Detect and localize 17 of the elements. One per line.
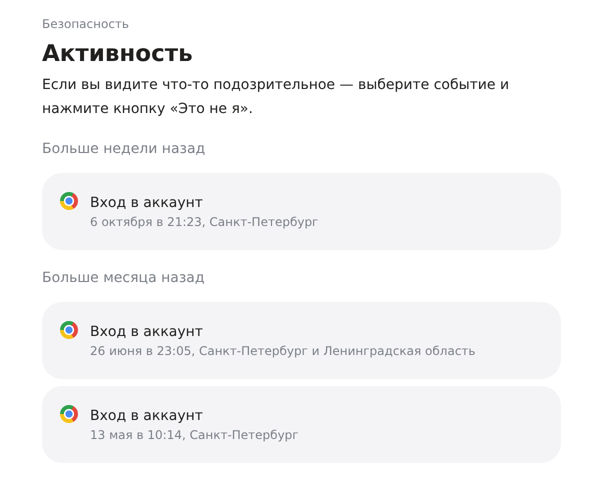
event-title: Вход в аккаунт: [90, 194, 204, 210]
browser-logo-icon: [60, 320, 78, 338]
breadcrumb: Безопасность: [42, 17, 130, 31]
browser-logo-icon: [60, 404, 78, 422]
page-title: Активность: [42, 41, 194, 67]
event-details: 26 июня в 23:05, Санкт-Петербург и Ленинградская область: [90, 344, 476, 358]
group-label: Больше недели назад: [42, 141, 206, 157]
event-title: Вход в аккаунт: [90, 324, 204, 340]
event-card[interactable]: Вход в аккаунт 26 июня в 23:05, Санкт-Петербург и Ленинградская область: [42, 302, 561, 379]
event-details: 6 октября в 21:23, Санкт-Петербург: [90, 214, 318, 228]
description: Если вы видите что-то подозрительное — выберите событие и нажмите кнопку «Это не я».: [42, 76, 510, 119]
event-title: Вход в аккаунт: [90, 408, 204, 424]
event-details: 13 мая в 10:14, Санкт-Петербург: [90, 428, 299, 442]
event-card[interactable]: Вход в аккаунт 13 мая в 10:14, Санкт-Петербург: [42, 386, 561, 463]
event-card[interactable]: Вход в аккаунт 6 октября в 21:23, Санкт-Петербург: [42, 173, 561, 250]
group-label: Больше месяца назад: [42, 270, 206, 286]
browser-logo-icon: [60, 192, 78, 210]
